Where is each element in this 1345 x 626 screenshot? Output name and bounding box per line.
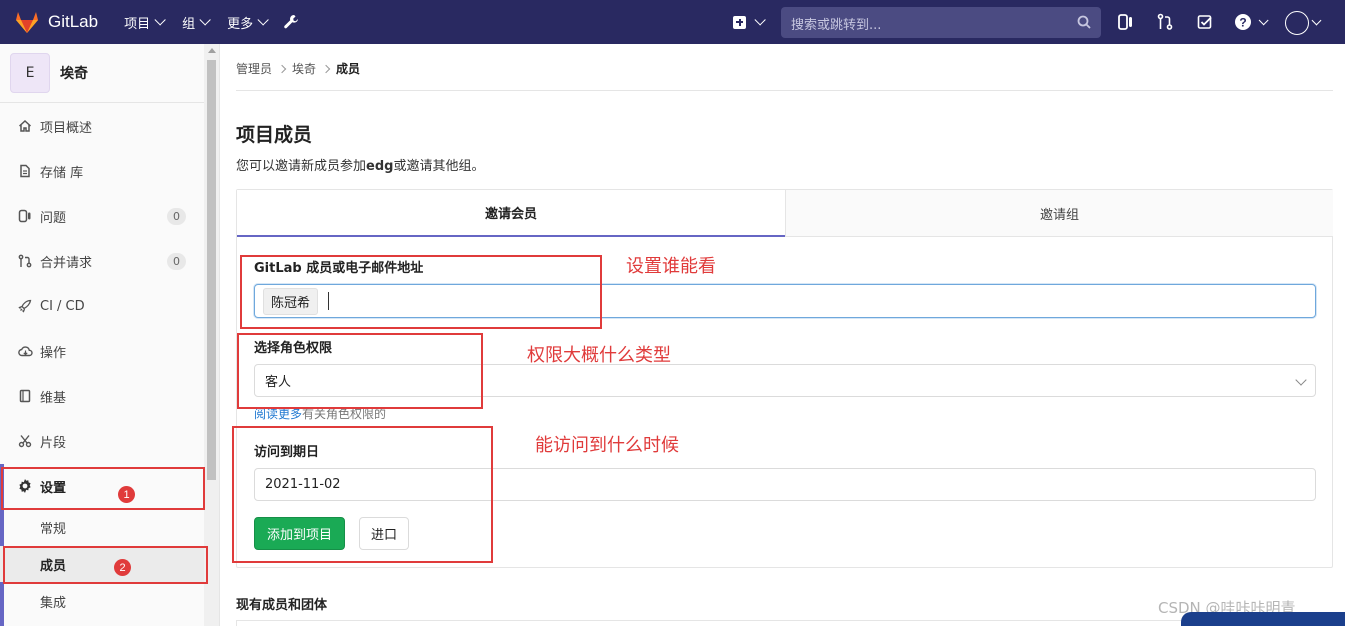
- todos-nav-icon[interactable]: [1197, 13, 1213, 31]
- gitlab-logo[interactable]: GitLab: [14, 9, 98, 35]
- annotation-box-settings: [1, 467, 205, 510]
- nav-projects-label: 项目: [124, 16, 151, 32]
- sidebar-item-label: CI / CD: [40, 298, 85, 314]
- sidebar-item-snippets[interactable]: 片段: [0, 421, 204, 461]
- chevron-right-icon: [321, 64, 331, 73]
- search-icon: [1077, 15, 1091, 29]
- scroll-thumb[interactable]: [207, 60, 216, 480]
- help-text: 有关角色权限的: [302, 407, 387, 421]
- admin-wrench-icon[interactable]: [283, 14, 299, 30]
- nav-more-label: 更多: [227, 16, 254, 32]
- annotation-badge-1: 1: [118, 486, 135, 503]
- issues-nav-icon[interactable]: [1118, 13, 1134, 31]
- page-title: 项目成员: [236, 124, 313, 146]
- nav-more[interactable]: 更多: [227, 13, 269, 32]
- breadcrumb-project[interactable]: 埃奇: [292, 60, 316, 77]
- new-item-dropdown[interactable]: [733, 0, 766, 44]
- project-header[interactable]: E 埃奇: [0, 44, 204, 103]
- merge-requests-count-badge: 0: [167, 252, 186, 270]
- rocket-icon: [16, 297, 34, 315]
- help-dropdown[interactable]: ?: [1234, 13, 1269, 31]
- sidebar-item-wiki[interactable]: 维基: [0, 376, 204, 416]
- search-input[interactable]: 搜索或跳转到...: [781, 7, 1101, 38]
- issues-count-badge: 0: [167, 207, 186, 225]
- chevron-down-icon: [154, 14, 166, 26]
- user-avatar[interactable]: [1285, 11, 1309, 35]
- search-placeholder: 搜索或跳转到...: [791, 18, 882, 33]
- annotation-note-role: 权限大概什么类型: [527, 345, 671, 366]
- project-avatar: E: [10, 53, 50, 93]
- annotation-box-members: [3, 546, 208, 584]
- sidebar-item-label: 合并请求: [40, 255, 93, 271]
- chevron-down-icon: [1295, 374, 1307, 386]
- scroll-up-arrow-icon[interactable]: [208, 48, 216, 53]
- sidebar-item-label: 维基: [40, 390, 67, 406]
- plus-square-icon: [733, 15, 746, 29]
- nav-projects[interactable]: 项目: [124, 13, 166, 32]
- annotation-note-who: 设置谁能看: [626, 256, 716, 277]
- issues-icon: [16, 207, 34, 225]
- sidebar-subitem-integrations[interactable]: 集成: [0, 583, 204, 619]
- sidebar-item-label: 存储 库: [40, 165, 84, 181]
- brand-name: GitLab: [48, 12, 99, 31]
- chevron-right-icon: [277, 64, 287, 73]
- annotation-box-role: [237, 333, 483, 409]
- page-description: 您可以邀请新成员参加edg或邀请其他组。: [236, 155, 484, 174]
- tanuki-icon: [16, 12, 38, 33]
- file-icon: [16, 162, 34, 180]
- sidebar-item-label: 操作: [40, 345, 67, 361]
- sidebar-item-issues[interactable]: 问题 0: [0, 196, 204, 236]
- project-name: 埃奇: [60, 66, 88, 82]
- description-prefix: 您可以邀请新成员参加: [236, 159, 367, 174]
- svg-text:?: ?: [1239, 16, 1246, 30]
- annotation-box-member: [240, 255, 602, 329]
- sidebar-item-overview[interactable]: 项目概述: [0, 106, 204, 146]
- chevron-down-icon: [257, 14, 269, 26]
- question-icon: ?: [1235, 14, 1251, 30]
- annotation-badge-2: 2: [114, 559, 131, 576]
- tab-invite-group[interactable]: 邀请组: [785, 190, 1333, 237]
- tab-invite-member[interactable]: 邀请会员: [237, 190, 785, 237]
- sidebar: E 埃奇 项目概述 存储 库 问题 0 合并请求 0 CI / CD 操作 维基…: [0, 44, 220, 626]
- sidebar-item-merge-requests[interactable]: 合并请求 0: [0, 241, 204, 281]
- breadcrumb: 管理员 埃奇 成员: [236, 60, 360, 77]
- description-project: edg: [366, 159, 394, 174]
- breadcrumb-current[interactable]: 成员: [336, 60, 360, 77]
- scissors-icon: [16, 432, 34, 450]
- existing-members-title: 现有成员和团体: [236, 598, 328, 613]
- sidebar-item-repository[interactable]: 存储 库: [0, 151, 204, 191]
- cloud-icon: [16, 342, 34, 360]
- breadcrumb-admin[interactable]: 管理员: [236, 60, 272, 77]
- merge-request-icon: [16, 252, 34, 270]
- merge-requests-nav-icon[interactable]: [1157, 13, 1173, 31]
- corner-decoration: [1181, 612, 1345, 626]
- top-navbar: GitLab 项目 组 更多: [0, 0, 1345, 44]
- book-icon: [16, 387, 34, 405]
- sidebar-subitem-general[interactable]: 常规: [0, 509, 204, 545]
- sidebar-item-label: 问题: [40, 210, 67, 226]
- sidebar-scrollbar[interactable]: [204, 44, 219, 626]
- nav-groups-label: 组: [182, 16, 196, 32]
- annotation-box-expiry: [232, 426, 493, 563]
- sidebar-item-label: 片段: [40, 435, 67, 451]
- home-icon: [16, 117, 34, 135]
- sidebar-item-operations[interactable]: 操作: [0, 331, 204, 371]
- sidebar-item-label: 项目概述: [40, 120, 93, 136]
- sidebar-item-ci-cd[interactable]: CI / CD: [0, 286, 204, 326]
- annotation-note-expiry: 能访问到什么时候: [535, 435, 679, 456]
- chevron-down-icon: [199, 14, 211, 26]
- read-more-link[interactable]: 阅读更多: [254, 407, 302, 421]
- divider: [236, 90, 1333, 91]
- existing-members-panel: [236, 620, 1333, 626]
- nav-groups[interactable]: 组: [182, 13, 211, 32]
- description-suffix: 或邀请其他组。: [393, 159, 485, 174]
